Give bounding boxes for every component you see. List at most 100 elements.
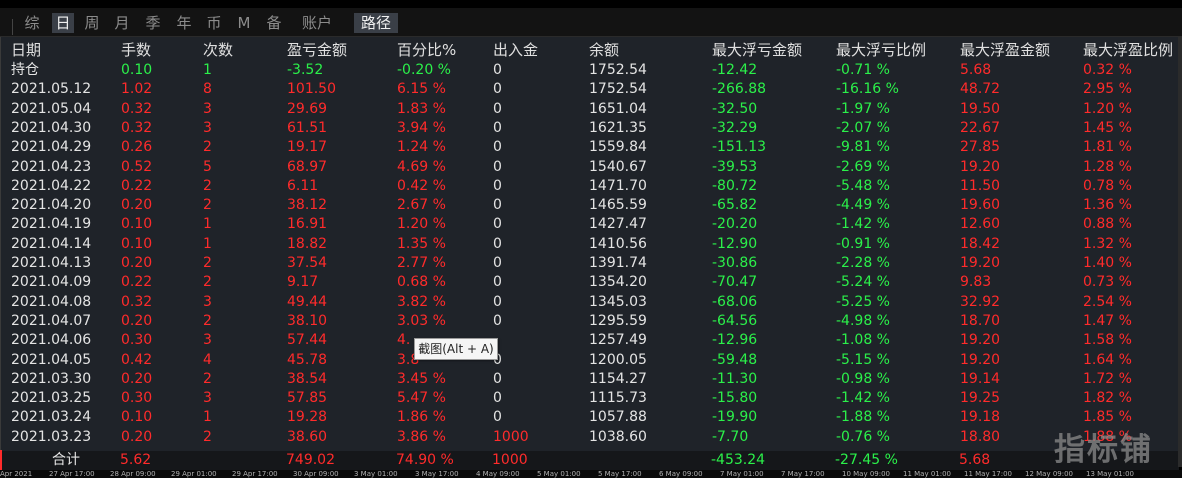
- cell-pnl: 68.97: [287, 158, 328, 175]
- cell-max-float-loss-ratio: -5.48 %: [836, 177, 890, 194]
- tab-notes[interactable]: 备: [264, 13, 284, 33]
- cell-pnl: 38.12: [287, 197, 328, 214]
- tab-path[interactable]: 路径: [354, 13, 398, 33]
- cell-deposit-withdraw: 0: [493, 274, 502, 291]
- cell-max-float-profit-ratio: 1.81 %: [1083, 139, 1132, 156]
- tab-divider: [12, 19, 13, 35]
- table-row-open-position[interactable]: 持仓 0.10 1 -3.52 -0.20 % 0 1752.54 -12.42 -0.71 %…: [1, 61, 1180, 80]
- cell-balance: 1154.27: [589, 370, 647, 387]
- table-row[interactable]: 2021.03.25 0.30 3 57.85 5.47 % 0 1115.73 -15.80…: [1, 389, 1180, 408]
- tab-yearly[interactable]: 年: [174, 13, 194, 33]
- cell-max-float-loss-ratio: -5.15 %: [836, 351, 890, 368]
- cell-balance: 1410.56: [589, 235, 647, 252]
- cell-max-float-loss: -266.88: [712, 81, 767, 98]
- table-row[interactable]: 2021.04.08 0.32 3 49.44 3.82 % 0 1345.03 -68.06…: [1, 293, 1180, 312]
- cell-lots: 0.32: [121, 119, 153, 136]
- table-row[interactable]: 2021.04.29 0.26 2 19.17 1.24 % 0 1559.84 -151.1…: [1, 138, 1180, 157]
- cell-count: 2: [203, 428, 212, 445]
- header-max-float-profit: 最大浮盈金额: [960, 41, 1051, 59]
- cell-date: 2021.04.09: [11, 274, 92, 291]
- tab-m[interactable]: M: [234, 13, 254, 33]
- cell-deposit-withdraw: 0: [493, 100, 502, 117]
- cell-balance: 1354.20: [589, 274, 647, 291]
- table-row[interactable]: 2021.03.24 0.10 1 19.28 1.86 % 0 1057.88 -19.90…: [1, 408, 1180, 427]
- cell-date: 2021.04.06: [11, 332, 92, 349]
- cell-max-float-profit: 19.20: [960, 332, 1001, 349]
- cell-max-float-loss-ratio: -5.24 %: [836, 274, 890, 291]
- table-row[interactable]: 2021.04.13 0.20 2 37.54 2.77 % 0 1391.74 -30.86…: [1, 254, 1180, 273]
- cell-lots: 1.02: [121, 81, 153, 98]
- cell-count: 2: [203, 255, 212, 271]
- cell-date: 2021.04.13: [11, 255, 92, 271]
- tab-monthly[interactable]: 月: [112, 13, 132, 33]
- time-axis-tick: 11 May 01:00: [903, 470, 952, 478]
- tab-account[interactable]: 账户: [296, 13, 338, 33]
- table-row[interactable]: 2021.03.30 0.20 2 38.54 3.45 % 0 1154.27 -11.30…: [1, 370, 1180, 389]
- cell-max-float-loss: -7.70: [712, 428, 749, 445]
- watermark-logo: 指标铺: [1054, 432, 1153, 468]
- cell-pnl: 19.28: [287, 409, 328, 426]
- cell-max-float-profit: 19.18: [960, 409, 1001, 426]
- cell-balance: 1391.74: [589, 255, 647, 271]
- table-row[interactable]: 2021.05.04 0.32 3 29.69 1.83 % 0 1651.04 -32.50…: [1, 100, 1180, 119]
- vertical-scrollbar[interactable]: [1178, 37, 1182, 467]
- table-row[interactable]: 2021.04.19 0.10 1 16.91 1.20 % 0 1427.47 -20.20…: [1, 215, 1180, 234]
- cell-count: 3: [203, 293, 212, 310]
- table-row[interactable]: 2021.04.23 0.52 5 68.97 4.69 % 0 1540.67 -39.53…: [1, 158, 1180, 177]
- cell-lots: 0.30: [121, 390, 153, 407]
- time-axis-tick: 10 May 09:00: [842, 470, 891, 478]
- cell-lots: 0.20: [121, 370, 153, 387]
- table-row[interactable]: 2021.04.14 0.10 1 18.82 1.35 % 0 1410.56 -12.90…: [1, 235, 1180, 254]
- cell-max-float-profit-ratio: 0.73 %: [1083, 274, 1132, 291]
- cell-max-float-loss: -15.80: [712, 390, 758, 407]
- tab-quarterly[interactable]: 季: [143, 13, 163, 33]
- table-row[interactable]: 2021.04.20 0.20 2 38.12 2.67 % 0 1465.59 -65.82…: [1, 196, 1180, 215]
- table-row[interactable]: 2021.04.06 0.30 3 57.44 4. 1257.49 -12.96 -1.08…: [1, 331, 1180, 350]
- cell-date: 2021.04.07: [11, 312, 92, 329]
- table-row[interactable]: 2021.04.30 0.32 3 61.51 3.94 % 0 1621.35 -32.29…: [1, 119, 1180, 138]
- table-row[interactable]: 2021.04.050.42445.783.801200.05-59.48-5.…: [1, 351, 1180, 370]
- cell-lots: 0.42: [121, 351, 153, 368]
- table-row[interactable]: 2021.05.12 1.02 8 101.50 6.15 % 0 1752.54 -266.…: [1, 80, 1180, 99]
- total-percent: 74.90 %: [396, 452, 454, 468]
- table-row[interactable]: 2021.04.22 0.22 2 6.11 0.42 % 0 1471.70 -80.72 -…: [1, 177, 1180, 196]
- cell-pnl: 101.50: [287, 81, 336, 98]
- cell-max-float-loss-ratio: -2.07 %: [836, 119, 890, 136]
- tab-currency[interactable]: 币: [204, 13, 224, 33]
- total-deposit: 1000: [492, 452, 528, 468]
- table-row[interactable]: 2021.04.07 0.20 2 38.10 3.03 % 0 1295.59 -64.56…: [1, 312, 1180, 331]
- header-date: 日期: [11, 41, 42, 59]
- cell-max-float-profit: 11.50: [960, 177, 1001, 194]
- cell-percent: 1.83 %: [397, 100, 446, 117]
- time-axis-tick: Apr 2021: [0, 470, 33, 478]
- cell-max-float-profit: 19.20: [960, 351, 1001, 368]
- cell-balance: 1427.47: [589, 216, 647, 233]
- time-axis-tick: 3 May 17:00: [415, 470, 459, 478]
- tab-weekly[interactable]: 周: [82, 13, 102, 33]
- time-axis-tick: 30 Apr 09:00: [293, 470, 339, 478]
- table-row[interactable]: 2021.03.23 0.20 2 38.60 3.86 % 1000 1038.60 -7.…: [1, 428, 1180, 447]
- cell-date: 2021.04.29: [11, 139, 92, 156]
- cell-balance: 1465.59: [589, 197, 647, 214]
- cell-lots: 0.22: [121, 177, 153, 194]
- time-axis-tick: 7 May 01:00: [720, 470, 764, 478]
- cell-pnl: 9.17: [287, 274, 319, 291]
- total-label: 合计: [52, 452, 80, 468]
- cell-max-float-loss: -64.56: [712, 312, 758, 329]
- cell-balance: 1540.67: [589, 158, 647, 175]
- cell-pnl: 29.69: [287, 100, 328, 117]
- cell-pnl: 38.60: [287, 428, 328, 445]
- cell-date: 2021.04.08: [11, 293, 92, 310]
- cell-count: 8: [203, 81, 212, 98]
- cell-date: 持仓: [11, 62, 39, 78]
- cell-max-float-profit: 19.50: [960, 100, 1001, 117]
- cell-deposit-withdraw: 0: [493, 139, 502, 156]
- cell-pnl: 61.51: [287, 119, 328, 136]
- cell-count: 2: [203, 370, 212, 387]
- total-max-float-loss: -453.24: [711, 452, 766, 468]
- tab-summary[interactable]: 综: [22, 13, 42, 33]
- cell-deposit-withdraw: 0: [493, 81, 502, 98]
- tab-daily[interactable]: 日: [52, 13, 74, 33]
- table-row[interactable]: 2021.04.09 0.22 2 9.17 0.68 % 0 1354.20 -70.47 -…: [1, 273, 1180, 292]
- cell-deposit-withdraw: 0: [493, 177, 502, 194]
